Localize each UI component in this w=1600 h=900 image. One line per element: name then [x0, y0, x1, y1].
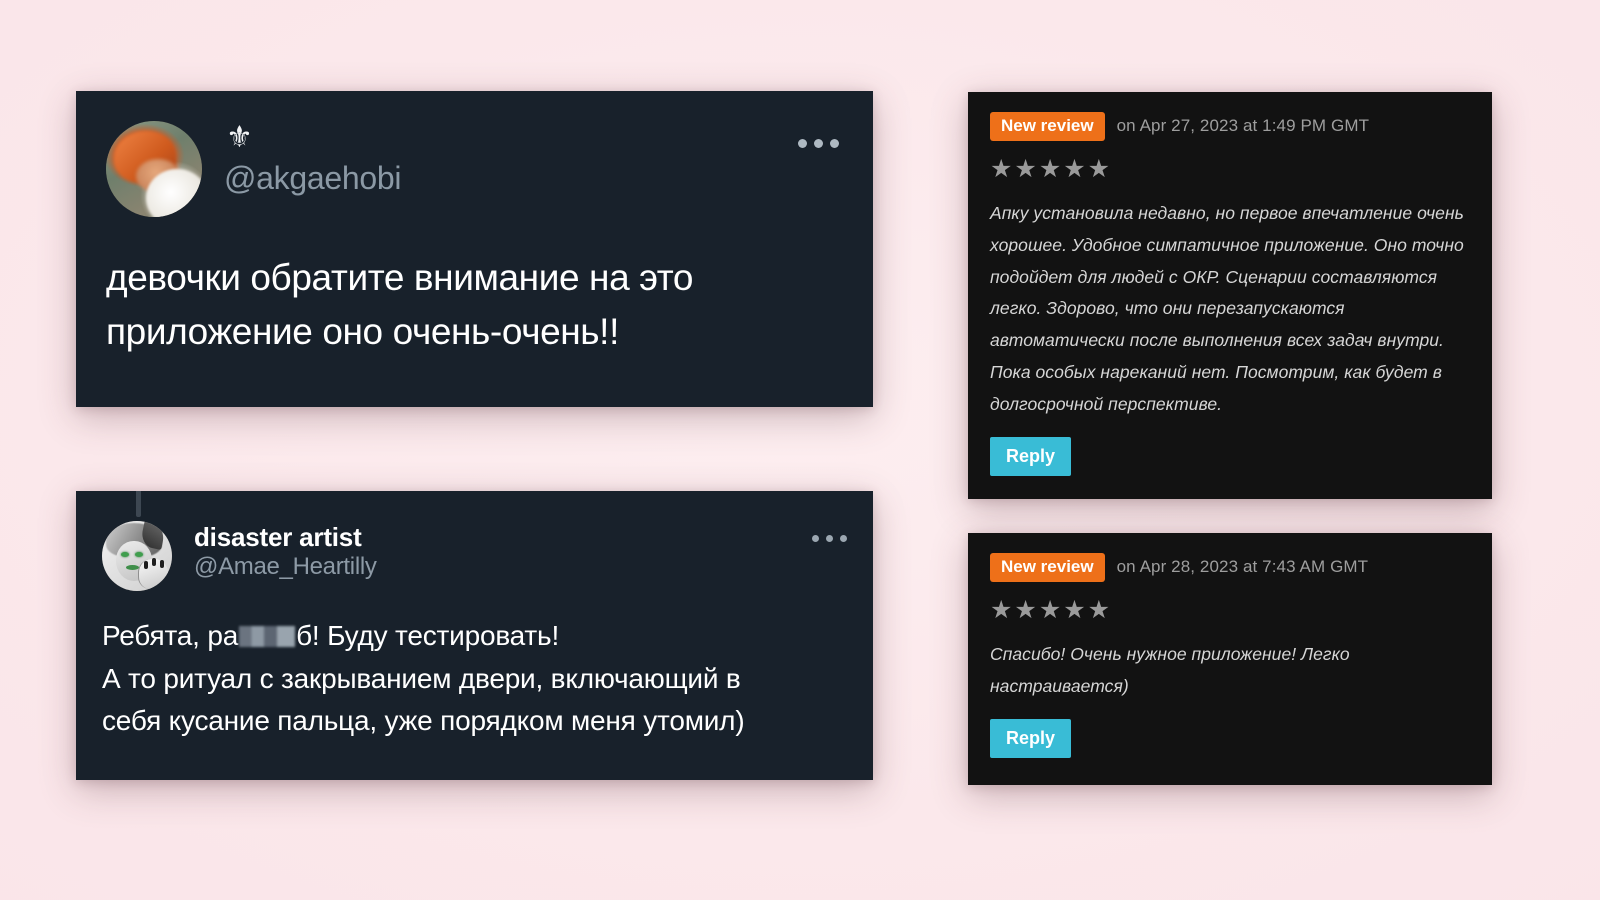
review-card-apr-27: New review on Apr 27, 2023 at 1:49 PM GM…	[968, 92, 1492, 499]
page-canvas: ⚜ @akgaehobi девочки обратите внимание н…	[0, 0, 1600, 900]
tweet-identity: ⚜ @akgaehobi	[224, 121, 401, 197]
review-card-apr-28: New review on Apr 28, 2023 at 7:43 AM GM…	[968, 533, 1492, 785]
tweet-identity: disaster artist @Amae_Heartilly	[194, 521, 377, 582]
star-rating: ★★★★★	[990, 595, 1113, 624]
avatar-detail-nail	[152, 558, 156, 566]
avatar-detail-eye	[135, 552, 143, 557]
dot	[840, 535, 847, 542]
review-body-text: Апку установила недавно, но первое впеча…	[990, 202, 1464, 414]
tweet-text-line: девочки обратите внимание на это	[106, 257, 694, 298]
reply-button[interactable]: Reply	[990, 718, 1072, 758]
tweet-handle[interactable]: @akgaehobi	[224, 159, 401, 197]
tweet-text-line-censored: Ребята, ра б! Буду тестировать!	[102, 615, 847, 658]
avatar-detail-eye	[121, 552, 129, 557]
avatar[interactable]	[106, 121, 202, 217]
more-options-icon[interactable]	[798, 139, 839, 148]
reply-button[interactable]: Reply	[990, 436, 1072, 476]
review-header: New review on Apr 27, 2023 at 1:49 PM GM…	[990, 112, 1470, 141]
avatar-detail-nail	[144, 561, 148, 569]
star-rating: ★★★★★	[990, 154, 1113, 183]
avatar[interactable]	[102, 521, 172, 591]
dot	[826, 535, 833, 542]
tweet-handle[interactable]: @Amae_Heartilly	[194, 553, 377, 582]
new-review-badge: New review	[990, 112, 1105, 141]
review-timestamp: on Apr 27, 2023 at 1:49 PM GMT	[1116, 116, 1370, 136]
tweet-text-before-censor: Ребята, ра	[102, 620, 239, 651]
fleur-de-lis-icon: ⚜	[226, 121, 253, 154]
new-review-badge: New review	[990, 553, 1105, 582]
tweet-text: девочки обратите внимание на это приложе…	[76, 217, 873, 359]
dot	[798, 139, 807, 148]
more-options-icon[interactable]	[812, 535, 847, 542]
avatar-detail-lips	[126, 565, 139, 570]
tweet-text-line: себя кусание пальца, уже порядком меня у…	[102, 705, 745, 737]
tweet-header: ⚜ @akgaehobi	[76, 91, 873, 217]
censored-word-block	[239, 626, 296, 647]
dot	[812, 535, 819, 542]
avatar-detail-nail	[160, 560, 164, 568]
tweet-text: Ребята, ра б! Буду тестировать! А то риту…	[76, 591, 873, 743]
review-header: New review on Apr 28, 2023 at 7:43 AM GM…	[990, 553, 1470, 582]
tweet-header: disaster artist @Amae_Heartilly	[76, 491, 873, 591]
review-timestamp: on Apr 28, 2023 at 7:43 AM GMT	[1116, 557, 1369, 577]
dot	[814, 139, 823, 148]
review-body-text: Спасибо! Очень нужное приложение! Легко …	[990, 643, 1350, 696]
tweet-card-disaster-artist[interactable]: disaster artist @Amae_Heartilly Ребята, …	[76, 491, 873, 780]
tweet-text-line: приложение оно очень-очень!!	[106, 311, 619, 353]
tweet-text-after-censor: б! Буду тестировать!	[296, 620, 560, 651]
tweet-display-name[interactable]: disaster artist	[194, 522, 377, 553]
tweet-card-akgaehobi[interactable]: ⚜ @akgaehobi девочки обратите внимание н…	[76, 91, 873, 407]
dot	[830, 139, 839, 148]
tweet-text-line: А то ритуал с закрыванием двери, включаю…	[102, 662, 741, 694]
